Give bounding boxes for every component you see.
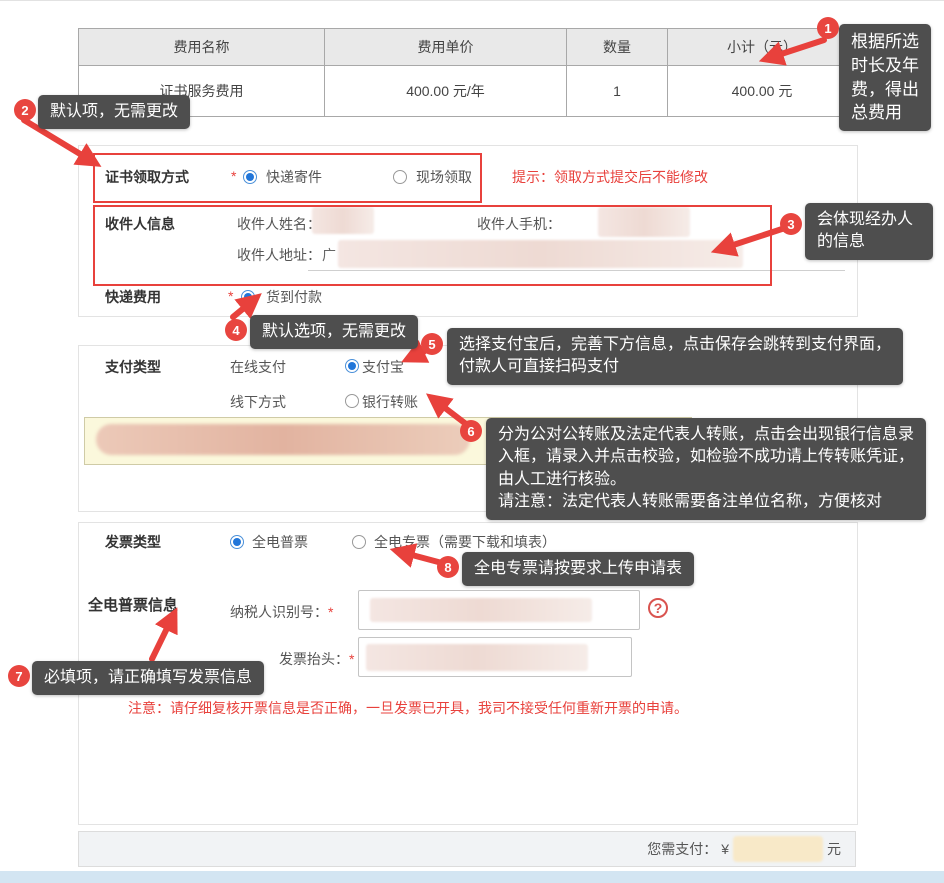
bank-transfer-radio[interactable] (345, 394, 359, 408)
express-delivery-radio[interactable] (243, 170, 257, 184)
fee-header-quantity: 数量 (566, 28, 668, 66)
callout-badge-7: 7 (8, 665, 30, 687)
alipay-radio[interactable] (345, 359, 359, 373)
fee-table: 费用名称 费用单价 数量 小计（元） 证书服务费用 400.00 元/年 1 4… (78, 28, 857, 117)
invoice-general-label: 全电普票 (252, 534, 308, 550)
callout-badge-5: 5 (421, 333, 443, 355)
payment-form-page: 费用名称 费用单价 数量 小计（元） 证书服务费用 400.00 元/年 1 4… (0, 0, 944, 883)
bank-notice-text-redacted (96, 424, 470, 455)
callout-badge-4: 4 (225, 319, 247, 341)
pay-unit: 元 (827, 841, 841, 857)
fee-table-row: 证书服务费用 400.00 元/年 1 400.00 元 (78, 65, 857, 117)
tax-id-label-text: 纳税人识别号： (230, 604, 328, 620)
invoice-title-label: 发票抬头：* (279, 649, 354, 669)
fee-table-header-row: 费用名称 费用单价 数量 小计（元） (78, 28, 857, 66)
callout-tooltip-6: 分为公对公转账及法定代表人转账，点击会出现银行信息录 入框，请录入并点击校验，如… (486, 418, 927, 520)
fee-header-name: 费用名称 (78, 28, 325, 66)
callout-tooltip-7: 必填项，请正确填写发票信息 (32, 661, 265, 696)
bank-transfer-label: 银行转账 (362, 394, 418, 410)
invoice-special-label: 全电专票（需要下载和填表） (374, 534, 556, 550)
required-asterisk: * (228, 288, 234, 304)
delivery-method-hint: 提示：领取方式提交后不能修改 (512, 169, 708, 185)
fee-cell-subtotal: 400.00 元 (667, 65, 857, 117)
callout-badge-6: 6 (460, 420, 482, 442)
invoice-type-label: 发票类型 (105, 534, 161, 550)
fee-header-unit-price: 费用单价 (324, 28, 567, 66)
invoice-general-radio[interactable] (230, 535, 244, 549)
footer-pay-bar: 您需支付： ¥ 元 (78, 831, 856, 867)
callout-badge-8: 8 (437, 556, 459, 578)
onsite-pickup-radio[interactable] (393, 170, 407, 184)
callout-badge-2: 2 (14, 99, 36, 121)
cash-on-delivery-radio[interactable] (241, 290, 255, 304)
express-fee-label: 快递费用 (105, 289, 161, 305)
invoice-title-value-redacted (366, 644, 588, 671)
tax-id-label: 纳税人识别号：* (230, 602, 333, 622)
invoice-special-radio[interactable] (352, 535, 366, 549)
pay-amount-redacted (733, 836, 823, 862)
required-asterisk: * (349, 651, 355, 667)
highlight-box-delivery-method (93, 153, 482, 203)
top-divider (0, 0, 944, 1)
fee-cell-unit-price: 400.00 元/年 (324, 65, 567, 117)
callout-badge-3: 3 (780, 213, 802, 235)
help-icon[interactable]: ? (648, 598, 668, 618)
callout-tooltip-3: 会体现经办人 的信息 (805, 203, 933, 260)
online-payment-label: 在线支付 (230, 359, 286, 375)
offline-method-label: 线下方式 (230, 394, 286, 410)
highlight-box-recipient-info (93, 205, 772, 286)
callout-tooltip-5: 选择支付宝后，完善下方信息，点击保存会跳转到支付界面， 付款人可直接扫码支付 (447, 328, 904, 385)
callout-tooltip-1: 根据所选 时长及年 费，得出 总费用 (839, 24, 931, 132)
invoice-notice: 注意：请仔细复核开票信息是否正确，一旦发票已开具，我司不接受任何重新开票的申请。 (128, 700, 688, 716)
tax-id-value-redacted (370, 598, 592, 622)
callout-badge-1: 1 (817, 17, 839, 39)
payment-type-label: 支付类型 (105, 359, 161, 375)
callout-tooltip-8: 全电专票请按要求上传申请表 (462, 552, 695, 587)
callout-tooltip-4: 默认选项，无需更改 (250, 315, 419, 350)
fee-cell-quantity: 1 (566, 65, 668, 117)
cash-on-delivery-label: 货到付款 (266, 289, 322, 305)
bottom-strip (0, 871, 944, 883)
required-asterisk: * (328, 604, 334, 620)
invoice-info-label: 全电普票信息 (88, 597, 179, 614)
invoice-title-label-text: 发票抬头： (279, 651, 349, 667)
callout-tooltip-2: 默认项，无需更改 (38, 95, 191, 130)
pay-label: 您需支付： (647, 841, 718, 857)
currency-symbol: ¥ (721, 841, 729, 857)
alipay-label: 支付宝 (362, 359, 404, 375)
